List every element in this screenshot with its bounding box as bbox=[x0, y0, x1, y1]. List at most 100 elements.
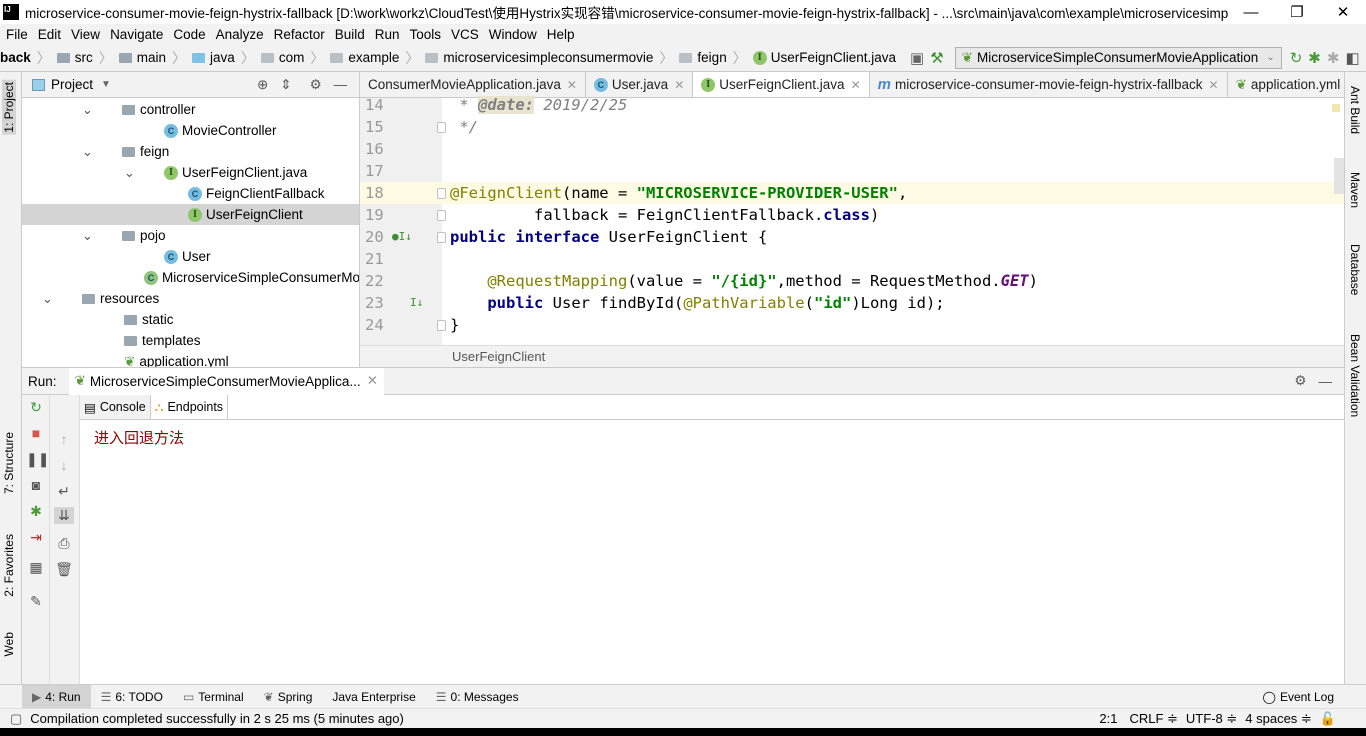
chevron-down-icon[interactable]: ⌄ bbox=[82, 228, 96, 244]
breadcrumb-item[interactable]: back bbox=[0, 48, 31, 68]
menu-code[interactable]: Code bbox=[169, 27, 211, 42]
project-view-select[interactable]: Project bbox=[51, 77, 93, 92]
rerun-icon[interactable]: ↻ bbox=[1290, 49, 1303, 67]
tree-item[interactable]: ⌄ pojo bbox=[22, 225, 359, 246]
maven-tool-tab[interactable]: Maven bbox=[1348, 172, 1362, 208]
close-icon[interactable]: ✕ bbox=[567, 78, 577, 92]
chevron-down-icon[interactable]: ▼ bbox=[101, 79, 111, 90]
hide-icon[interactable]: — bbox=[334, 77, 348, 92]
database-tool-tab[interactable]: Database bbox=[1348, 244, 1362, 295]
tool-button-java-enterprise[interactable]: Java Enterprise bbox=[322, 685, 425, 709]
menu-edit[interactable]: Edit bbox=[34, 27, 67, 42]
pin-icon[interactable]: ✎ bbox=[26, 593, 46, 610]
menu-help[interactable]: Help bbox=[543, 27, 581, 42]
profile-icon[interactable]: ✱ bbox=[1327, 49, 1340, 67]
tree-item[interactable]: I UserFeignClient bbox=[22, 204, 359, 225]
tree-item[interactable]: C MicroserviceSimpleConsumerMovieApplicat… bbox=[22, 267, 359, 288]
menu-analyze[interactable]: Analyze bbox=[212, 27, 270, 42]
tool-button-0-messages[interactable]: ☰ 0: Messages bbox=[426, 685, 529, 709]
fold-marker-icon[interactable] bbox=[437, 320, 446, 331]
structure-tool-tab[interactable]: 7: Structure bbox=[2, 432, 16, 494]
run-config-select[interactable]: ❦ MicroserviceSimpleConsumerMovieApplica… bbox=[954, 46, 1282, 69]
tree-item[interactable]: ⌄ feign bbox=[22, 141, 359, 162]
breadcrumb-item[interactable]: 〉 I UserFeignClient.java bbox=[727, 48, 896, 68]
chevron-down-icon[interactable]: ⌄ bbox=[82, 144, 96, 160]
trash-icon[interactable]: 🗑 bbox=[54, 561, 74, 578]
chevron-down-icon[interactable]: ⌄ bbox=[42, 291, 56, 307]
locate-icon[interactable]: ⊕ bbox=[257, 77, 268, 93]
menu-build[interactable]: Build bbox=[331, 27, 371, 42]
rerun-icon[interactable]: ↻ bbox=[26, 399, 46, 416]
pause-icon[interactable]: ❚❚ bbox=[26, 451, 49, 468]
line-separator-select[interactable]: CRLF ≑ bbox=[1129, 711, 1177, 727]
menu-vcs[interactable]: VCS bbox=[447, 27, 485, 42]
event-log-button[interactable]: ◯ Event Log bbox=[1263, 690, 1334, 704]
favorites-tool-tab[interactable]: 2: Favorites bbox=[2, 534, 16, 597]
exit-icon[interactable]: ⇥ bbox=[26, 529, 46, 546]
ant-build-tool-tab[interactable]: Ant Build bbox=[1348, 86, 1362, 134]
tree-item[interactable]: C MovieController bbox=[22, 120, 359, 141]
fold-marker-icon[interactable] bbox=[437, 210, 446, 221]
up-arrow-icon[interactable]: ↑ bbox=[54, 431, 74, 447]
project-tool-tab[interactable]: 1: Project bbox=[2, 80, 16, 135]
fold-marker-icon[interactable] bbox=[437, 188, 446, 199]
print-icon[interactable]: ⎙ bbox=[54, 535, 74, 552]
inspection-indicator[interactable] bbox=[1332, 104, 1340, 112]
close-icon[interactable]: ✕ bbox=[851, 78, 861, 92]
implemented-gutter-icon[interactable]: ●I↓ bbox=[392, 226, 412, 248]
caret-position[interactable]: 2:1 bbox=[1099, 711, 1117, 726]
breadcrumb-item[interactable]: 〉 java bbox=[166, 48, 235, 68]
encoding-select[interactable]: UTF-8 ≑ bbox=[1186, 711, 1237, 727]
close-icon[interactable]: ✕ bbox=[367, 373, 378, 389]
soft-wrap-icon[interactable]: ↵ bbox=[54, 483, 74, 500]
menu-view[interactable]: View bbox=[67, 27, 106, 42]
hide-icon[interactable]: — bbox=[1319, 374, 1333, 389]
menu-navigate[interactable]: Navigate bbox=[106, 27, 169, 42]
gear-icon[interactable]: ⚙ bbox=[1294, 373, 1306, 389]
debug-icon[interactable]: ✱ bbox=[1308, 49, 1321, 67]
breadcrumb-item[interactable]: 〉 microservicesimpleconsumermovie bbox=[399, 48, 653, 68]
tab-console[interactable]: ▤ Console bbox=[80, 395, 151, 419]
tool-button-terminal[interactable]: ▭ Terminal bbox=[173, 685, 254, 709]
debug-icon[interactable]: ✱ bbox=[26, 503, 46, 520]
layout-icon[interactable]: ▣ bbox=[910, 49, 924, 67]
breadcrumb-item[interactable]: 〉 example bbox=[304, 48, 399, 68]
tree-item[interactable]: static bbox=[22, 309, 359, 330]
tool-button-spring[interactable]: ❦ Spring bbox=[254, 685, 323, 709]
menu-refactor[interactable]: Refactor bbox=[270, 27, 331, 42]
tree-item[interactable]: C FeignClientFallback bbox=[22, 183, 359, 204]
run-config-tab[interactable]: ❦ MicroserviceSimpleConsumerMovieApplica… bbox=[68, 367, 384, 395]
scroll-to-end-icon[interactable]: ⇊ bbox=[54, 507, 74, 524]
tool-button-4-run[interactable]: ▶ 4: Run bbox=[22, 684, 91, 709]
breadcrumb-item[interactable]: 〉 com bbox=[235, 48, 305, 68]
build-hammer-icon[interactable]: ⚒ bbox=[930, 49, 943, 67]
chevron-down-icon[interactable]: ⌄ bbox=[82, 102, 96, 118]
close-button[interactable]: ✕ bbox=[1320, 3, 1366, 21]
status-toggle-icon[interactable]: ▢ bbox=[10, 711, 22, 727]
chevron-down-icon[interactable]: ⌄ bbox=[124, 165, 138, 181]
restore-button[interactable]: ❐ bbox=[1274, 3, 1320, 21]
fold-marker-icon[interactable] bbox=[437, 232, 446, 243]
camera-icon[interactable]: ◙ bbox=[26, 477, 46, 493]
gear-icon[interactable]: ⚙ bbox=[310, 77, 322, 93]
tree-item[interactable]: ⌄ I UserFeignClient.java bbox=[22, 162, 359, 183]
tree-item[interactable]: ⌄ resources bbox=[22, 288, 359, 309]
tree-item[interactable]: templates bbox=[22, 330, 359, 351]
menu-window[interactable]: Window bbox=[485, 27, 543, 42]
close-icon[interactable]: ✕ bbox=[674, 78, 684, 92]
layout-icon[interactable]: ▦ bbox=[26, 559, 46, 576]
menu-tools[interactable]: Tools bbox=[406, 27, 448, 42]
down-arrow-icon[interactable]: ↓ bbox=[54, 457, 74, 473]
web-tool-tab[interactable]: Web bbox=[2, 632, 16, 656]
breadcrumb-item[interactable]: 〉 feign bbox=[653, 48, 726, 68]
tree-item[interactable]: ❦ application.yml bbox=[22, 351, 359, 368]
bean-validation-tool-tab[interactable]: Bean Validation bbox=[1348, 334, 1362, 417]
close-icon[interactable]: ✕ bbox=[1209, 78, 1219, 92]
coverage-icon[interactable]: ◧ bbox=[1345, 49, 1359, 67]
fold-marker-icon[interactable] bbox=[437, 122, 446, 133]
collapse-all-icon[interactable]: ⇕ bbox=[280, 77, 291, 93]
minimize-button[interactable]: — bbox=[1228, 4, 1274, 21]
indent-select[interactable]: 4 spaces ≑ bbox=[1245, 711, 1312, 727]
breadcrumb-item[interactable]: 〉 main bbox=[93, 48, 166, 68]
editor-breadcrumb[interactable]: UserFeignClient bbox=[360, 345, 1344, 367]
